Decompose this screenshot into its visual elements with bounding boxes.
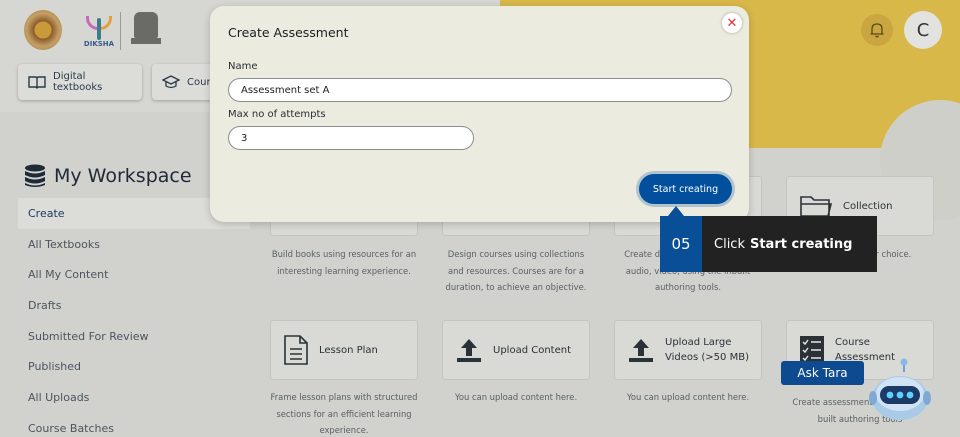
upload-large-videos-description: You can upload content here. [626, 392, 750, 402]
state-emblem-logo [24, 10, 62, 50]
name-input[interactable]: Assessment set A [228, 78, 732, 102]
sidebar-item-all-uploads[interactable]: All Uploads [18, 382, 250, 413]
database-icon [25, 164, 45, 187]
document-icon [284, 335, 308, 365]
workspace-title: My Workspace [24, 164, 192, 188]
tooltip-prefix: Click [714, 236, 745, 252]
close-icon: ✕ [726, 15, 738, 31]
lesson-plan-label: Lesson Plan [319, 344, 378, 356]
max-attempts-label: Max no of attempts [228, 109, 326, 120]
bell-icon [870, 23, 884, 38]
tooltip-text: Click Start creating [702, 216, 852, 272]
course-card-description: Design courses using collections and res… [445, 249, 587, 292]
robot-assistant-icon[interactable] [866, 356, 934, 424]
sidebar-item-all-textbooks[interactable]: All Textbooks [18, 229, 250, 260]
sidebar-item-submitted-for-review[interactable]: Submitted For Review [18, 321, 250, 352]
book-icon [28, 76, 46, 89]
workspace-title-text: My Workspace [54, 165, 192, 187]
book-card-description: Build books using resources for an inter… [271, 249, 417, 276]
digital-textbooks-button[interactable]: Digital textbooks [18, 64, 142, 100]
sidebar-item-all-my-content[interactable]: All My Content [18, 259, 250, 290]
upload-content-card[interactable]: Upload Content [442, 320, 590, 380]
upload-content-description: You can upload content here. [454, 392, 578, 402]
lesson-plan-description: Frame lesson plans with structured secti… [270, 392, 418, 435]
upload-large-videos-card[interactable]: Upload Large Videos (>50 MB) [614, 320, 762, 380]
upload-icon [629, 339, 653, 362]
max-attempts-value: 3 [241, 132, 248, 144]
upload-content-label: Upload Content [493, 344, 571, 356]
notification-bell-button[interactable] [861, 14, 893, 46]
logo-divider [120, 12, 121, 50]
sidebar-item-course-batches[interactable]: Course Batches [18, 413, 250, 437]
upload-large-videos-label: Upload Large Videos (>50 MB) [665, 337, 749, 363]
ask-tara-button[interactable]: Ask Tara [781, 361, 864, 385]
sidebar-item-drafts[interactable]: Drafts [18, 290, 250, 321]
upload-icon [457, 339, 481, 362]
tooltip-step-number: 05 [660, 216, 702, 272]
graduation-cap-icon [162, 75, 180, 89]
workspace-sidebar: Create All Textbooks All My Content Draf… [18, 198, 250, 437]
name-input-value: Assessment set A [241, 84, 330, 96]
lesson-plan-card[interactable]: Lesson Plan [270, 320, 418, 380]
max-attempts-input[interactable]: 3 [228, 126, 474, 150]
national-emblem-logo [128, 10, 166, 50]
diksha-logo-text: DIKSHA [83, 40, 115, 48]
name-label: Name [228, 61, 258, 72]
start-creating-button[interactable]: Start creating [639, 174, 732, 204]
sidebar-item-published[interactable]: Published [18, 351, 250, 382]
digital-textbooks-label: Digital textbooks [53, 71, 103, 93]
create-assessment-modal: Create Assessment ✕ Name Assessment set … [210, 6, 749, 222]
modal-title: Create Assessment [228, 25, 349, 40]
close-button[interactable]: ✕ [722, 13, 742, 33]
tooltip-action: Start creating [749, 236, 853, 252]
guide-tooltip: 05 Click Start creating [660, 216, 877, 272]
collection-label: Collection [843, 200, 893, 212]
tooltip-arrow [668, 206, 684, 216]
user-avatar[interactable]: C [904, 11, 942, 49]
